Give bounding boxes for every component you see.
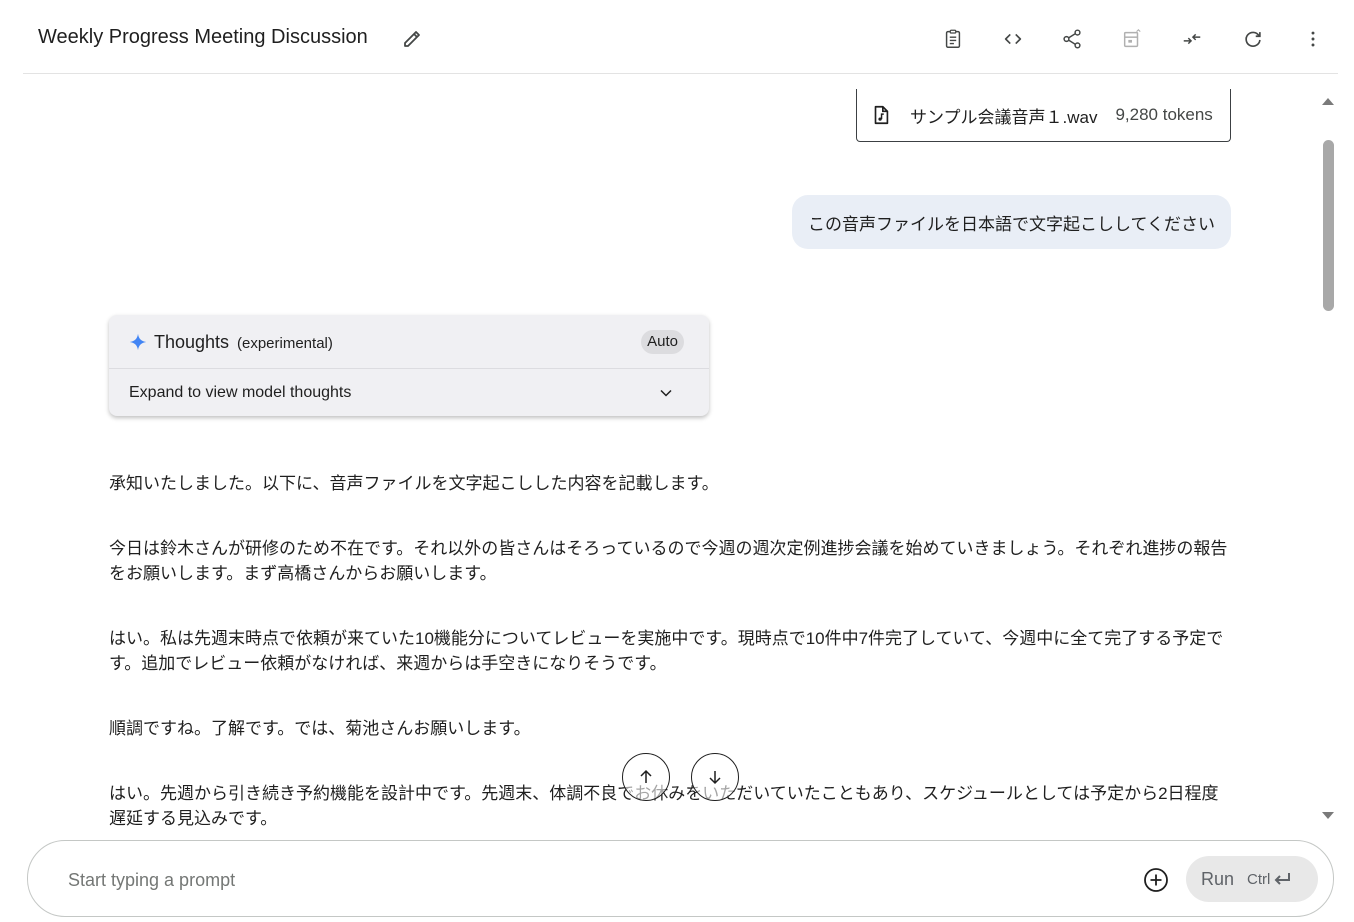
page-title: Weekly Progress Meeting Discussion: [38, 26, 368, 48]
response-paragraph: 順調ですね。了解です。では、菊池さんお願いします。: [109, 719, 531, 738]
add-media-icon[interactable]: [1141, 865, 1171, 895]
collapse-button[interactable]: [1177, 24, 1207, 54]
get-code-button[interactable]: [998, 24, 1028, 54]
attachment-file-name: サンプル会議音声１.wav: [910, 107, 1098, 127]
chevron-down-icon[interactable]: [656, 383, 676, 403]
enter-key-icon: [1274, 873, 1291, 885]
response-paragraph: 承知いたしました。以下に、音声ファイルを文字起こしした内容を記載します。: [109, 474, 719, 493]
response-paragraph: 今日は鈴木さんが研修のため不在です。それ以外の皆さんはそろっているので今週の週次…: [109, 539, 1228, 583]
compare-icon: [1123, 29, 1141, 48]
compare-button[interactable]: [1117, 24, 1147, 54]
refresh-button[interactable]: [1238, 24, 1268, 54]
scroll-to-previous-button[interactable]: [622, 753, 670, 801]
user-message: この音声ファイルを日本語で文字起こししてください: [792, 195, 1231, 249]
thoughts-panel: Thoughts (experimental) Auto Expand to v…: [109, 315, 709, 416]
run-button-label: Run: [1201, 868, 1235, 889]
response-paragraph: はい。先週から引き続き予約機能を設計中です。先週末、体調不良でお休みをいただいて…: [109, 784, 1219, 828]
attachment-token-count: 9,280 tokens: [1115, 105, 1213, 124]
code-icon: [1004, 33, 1022, 45]
thoughts-header: Thoughts (experimental) Auto: [109, 315, 709, 369]
more-options-button[interactable]: [1298, 24, 1328, 54]
share-button[interactable]: [1057, 24, 1087, 54]
clipboard-button[interactable]: [938, 24, 968, 54]
arrow-down-icon: [709, 771, 721, 785]
thoughts-mode-badge[interactable]: Auto: [641, 330, 684, 354]
prompt-input[interactable]: [66, 865, 1120, 895]
response-paragraph: はい。私は先週末時点で依頼が来ていた10機能分についてレビューを実施中です。現時…: [109, 629, 1224, 673]
chat-area: サンプル会議音声１.wav 9,280 tokens この音声ファイルを日本語で…: [0, 75, 1320, 835]
scroll-down-arrow[interactable]: [1321, 811, 1335, 821]
collapse-icon: [1183, 33, 1201, 45]
share-icon: [1063, 29, 1081, 49]
sparkle-icon: [129, 333, 147, 351]
arrow-up-icon: [640, 769, 652, 783]
scroll-up-arrow[interactable]: [1321, 96, 1335, 106]
more-vert-icon: [1311, 31, 1315, 47]
audio-file-icon: [874, 105, 889, 125]
header: Weekly Progress Meeting Discussion: [23, 0, 1338, 74]
edit-title-button[interactable]: [400, 27, 424, 51]
prompt-bar: Run Ctrl: [27, 840, 1334, 917]
run-button[interactable]: Run Ctrl: [1186, 856, 1318, 902]
thoughts-title: Thoughts: [154, 332, 230, 352]
scrollbar-thumb[interactable]: [1323, 140, 1334, 311]
scroll-to-next-button[interactable]: [691, 753, 739, 801]
attachment-chip[interactable]: サンプル会議音声１.wav 9,280 tokens: [856, 89, 1231, 142]
run-shortcut-label: Ctrl: [1247, 870, 1271, 888]
refresh-icon: [1245, 31, 1261, 47]
pencil-icon: [404, 31, 420, 47]
clipboard-icon: [945, 29, 961, 48]
expand-thoughts-label[interactable]: Expand to view model thoughts: [129, 384, 351, 402]
thoughts-subtitle: (experimental): [237, 335, 333, 352]
